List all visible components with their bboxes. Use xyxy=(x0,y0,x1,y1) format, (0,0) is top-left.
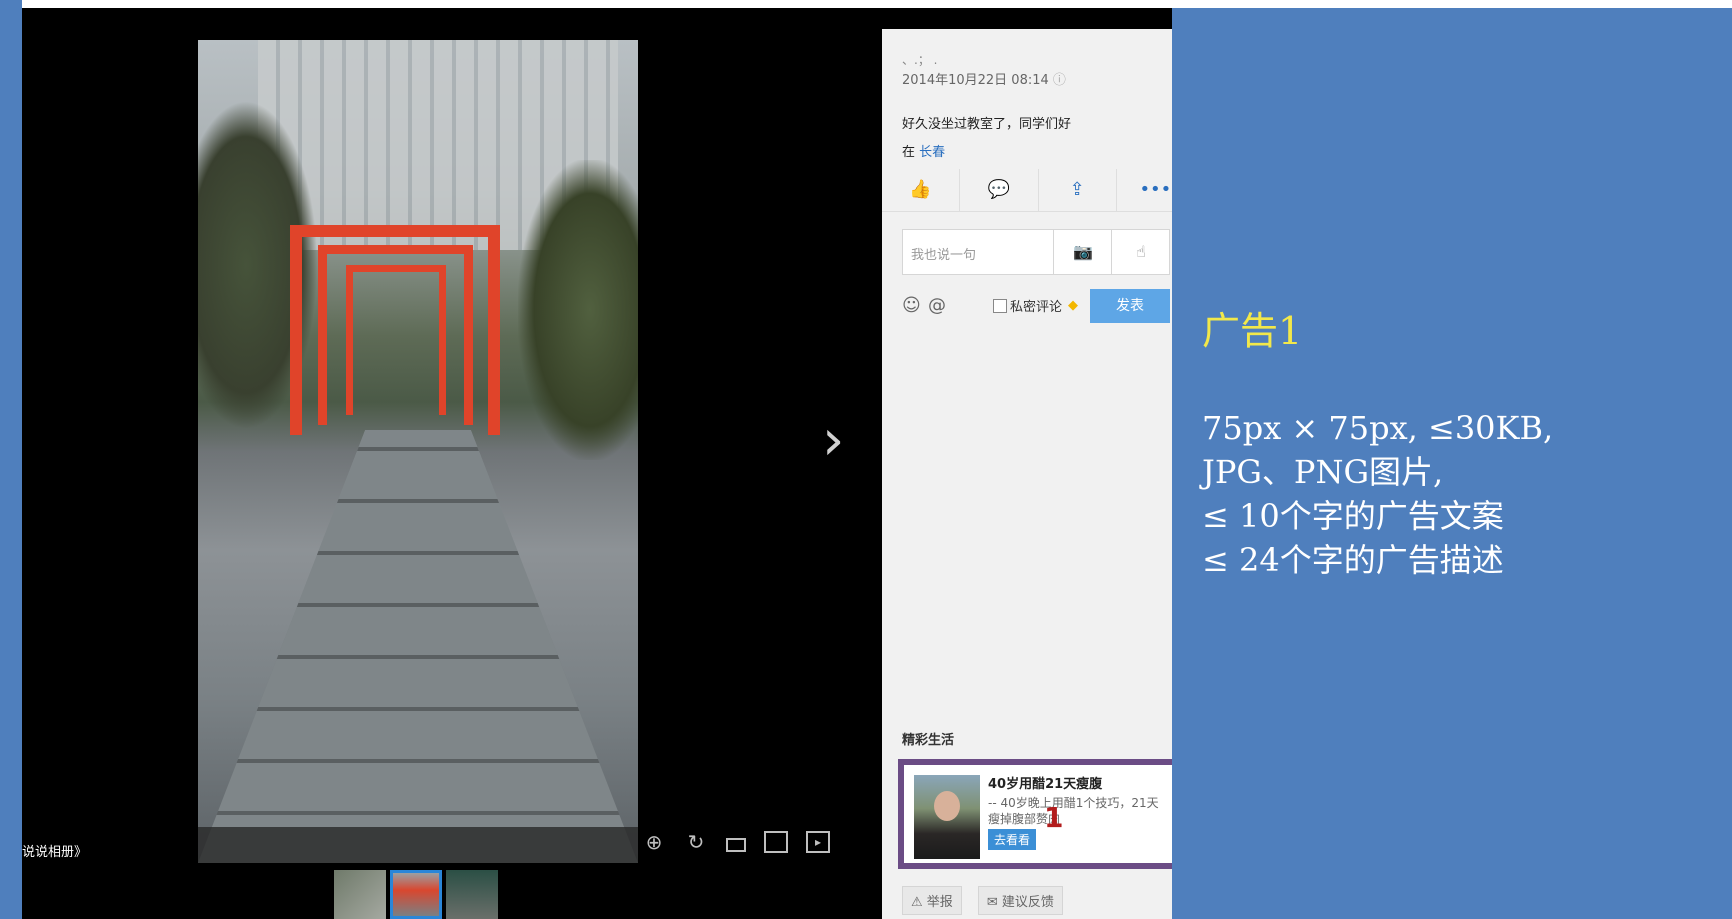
private-comment-checkbox[interactable] xyxy=(993,299,1007,313)
rotate-icon[interactable]: ↻ xyxy=(684,830,708,854)
post-actions: 👍 💬 ⇪ ••• xyxy=(882,169,1172,212)
section-title: 精彩生活 xyxy=(902,733,955,748)
report-label: 举报 xyxy=(926,895,953,910)
like-icon[interactable]: 👍 xyxy=(882,169,961,211)
ad-spec-line: ≤ 10个字的广告文案 xyxy=(1202,497,1504,535)
ad-spec-text: 75px × 75px, ≤30KB, JPG、PNG图片, ≤ 10个字的广告… xyxy=(1202,406,1553,582)
publish-button[interactable]: 发表 xyxy=(1090,289,1170,323)
thumbnail-strip xyxy=(334,870,498,919)
panel-footer: ⚠ 举报 ✉ 建议反馈 xyxy=(902,886,1063,915)
info-icon[interactable]: ⓘ xyxy=(1053,73,1066,88)
ad-spec-line: 75px × 75px, ≤30KB, xyxy=(1202,409,1554,447)
mention-icon[interactable]: @ xyxy=(928,295,946,316)
post-text: 好久没坐过教室了，同学们好 xyxy=(902,117,1072,132)
pointer-icon[interactable]: ☝ xyxy=(1111,230,1170,274)
report-icon: ⚠ xyxy=(911,895,923,910)
private-comment-label: 私密评论 xyxy=(1010,300,1063,315)
next-arrow-icon[interactable]: › xyxy=(822,413,844,469)
fit-icon[interactable] xyxy=(726,838,746,852)
vip-diamond-icon: ◆ xyxy=(1068,298,1078,313)
ad-go-button[interactable]: 去看看 xyxy=(988,829,1037,850)
photo-viewer: 说说相册》 ⊕ ↻ ▸ › × 、.； . 2014年10月22日 08:14 … xyxy=(22,8,1172,919)
username[interactable]: 、.； . xyxy=(902,51,1066,67)
ad-title[interactable]: 40岁用醋21天瘦腹 xyxy=(988,773,1102,792)
feedback-icon: ✉ xyxy=(986,895,998,910)
post-datetime: 2014年10月22日 08:14 ⓘ xyxy=(902,69,1066,88)
comment-toolbar: ☺ @ 私密评论 ◆ 发表 xyxy=(902,289,1170,323)
album-link[interactable]: 说说相册》 xyxy=(22,841,87,860)
post-header: 、.； . 2014年10月22日 08:14 ⓘ xyxy=(902,51,1066,88)
ad-spec-line: JPG、PNG图片, xyxy=(1202,453,1444,491)
ad-card[interactable]: 40岁用醋21天瘦腹 -- 40岁晚上用醋1个技巧，21天瘦掉腹部赘肉 去看看 … xyxy=(898,759,1172,869)
emoji-icon[interactable]: ☺ xyxy=(902,295,921,316)
left-frame xyxy=(0,0,22,919)
share-icon[interactable]: ⇪ xyxy=(1039,169,1117,211)
ad-spec-label: 广告1 xyxy=(1202,309,1303,353)
ad-index-mark: 1 xyxy=(1044,801,1064,834)
main-photo[interactable] xyxy=(198,40,638,863)
ad-description: -- 40岁晚上用醋1个技巧，21天瘦掉腹部赘肉 xyxy=(988,796,1159,826)
thumbnail[interactable] xyxy=(334,870,386,919)
photo-stone-path xyxy=(198,430,638,863)
photo-bottom-band xyxy=(198,827,638,863)
thumbnail[interactable] xyxy=(446,870,498,919)
comment-input[interactable]: 我也说一句 📷 ☝ xyxy=(902,229,1170,275)
comment-panel: × 、.； . 2014年10月22日 08:14 ⓘ 好久没坐过教室了，同学们… xyxy=(882,29,1172,919)
viewer-toolbar: ⊕ ↻ ▸ xyxy=(642,830,830,854)
feedback-button[interactable]: ✉ 建议反馈 xyxy=(977,886,1063,915)
ad-spec-panel: 广告1 75px × 75px, ≤30KB, JPG、PNG图片, ≤ 10个… xyxy=(1172,8,1732,919)
thumbnail-active[interactable] xyxy=(390,870,442,919)
zoom-in-icon[interactable]: ⊕ xyxy=(642,830,666,854)
camera-icon[interactable]: 📷 xyxy=(1053,230,1112,274)
comment-icon[interactable]: 💬 xyxy=(960,169,1039,211)
location-prefix: 在 xyxy=(902,145,916,160)
post-location: 在 长春 xyxy=(902,141,945,160)
photo-red-gate xyxy=(346,265,446,415)
comment-placeholder: 我也说一句 xyxy=(911,248,977,263)
report-button[interactable]: ⚠ 举报 xyxy=(902,886,962,915)
location-link[interactable]: 长春 xyxy=(919,145,945,160)
datetime-text: 2014年10月22日 08:14 xyxy=(902,73,1049,88)
more-icon[interactable]: ••• xyxy=(1117,169,1172,211)
photo-trees-right xyxy=(518,160,638,460)
fullscreen-icon[interactable] xyxy=(764,831,788,853)
feedback-label: 建议反馈 xyxy=(1001,895,1054,910)
ad-spec-line: ≤ 24个字的广告描述 xyxy=(1202,541,1504,579)
ad-image[interactable] xyxy=(914,775,980,859)
slideshow-icon[interactable]: ▸ xyxy=(806,831,830,853)
